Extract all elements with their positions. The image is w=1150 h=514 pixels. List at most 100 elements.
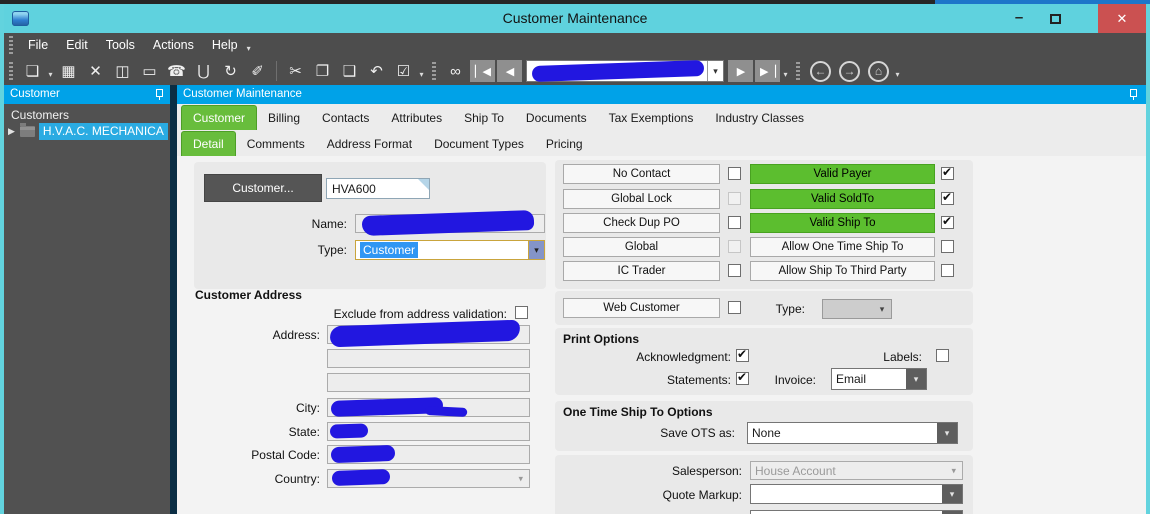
nav-last-icon[interactable]: ▶▕ xyxy=(755,60,780,82)
menu-edit[interactable]: Edit xyxy=(57,34,97,56)
global-button[interactable]: Global xyxy=(563,237,720,257)
menu-file[interactable]: File xyxy=(19,34,57,56)
valid-payer-checkbox[interactable]: ✔ xyxy=(941,167,954,180)
acknowledgment-checkbox[interactable]: ✔ xyxy=(736,349,749,362)
tab-customer[interactable]: Customer xyxy=(181,105,257,130)
salesperson-combo[interactable]: House Account ▾ xyxy=(750,461,963,480)
labels-checkbox[interactable] xyxy=(936,349,949,362)
cut-icon[interactable]: ✂ xyxy=(282,59,309,83)
valid-ship-to-button[interactable]: Valid Ship To xyxy=(750,213,935,233)
combo-caret-icon[interactable]: ▾ xyxy=(873,300,891,318)
address-line3-field[interactable] xyxy=(327,373,530,392)
no-contact-button[interactable]: No Contact xyxy=(563,164,720,184)
drag-grip-icon[interactable] xyxy=(432,62,436,80)
country-combo[interactable]: ▾ xyxy=(327,469,530,488)
nav-next-icon[interactable]: ▶ xyxy=(728,60,753,82)
allow-ship-to-third-party-button[interactable]: Allow Ship To Third Party xyxy=(750,261,935,281)
invoice-combo[interactable]: Email ▾ xyxy=(831,368,927,390)
address-line2-field[interactable] xyxy=(327,349,530,368)
history-caret-icon[interactable]: ▾ xyxy=(893,59,902,83)
valid-payer-button[interactable]: Valid Payer xyxy=(750,164,935,184)
exclude-validation-checkbox[interactable] xyxy=(515,306,528,319)
drag-grip-icon[interactable] xyxy=(9,36,13,54)
save-ots-combo[interactable]: None ▾ xyxy=(747,422,958,444)
customer-lookup-button[interactable]: Customer... xyxy=(204,174,322,202)
nav-prev-icon[interactable]: ◀ xyxy=(497,60,522,82)
pin-icon[interactable] xyxy=(155,89,164,100)
back-icon[interactable]: ← xyxy=(810,61,831,82)
tab-billing[interactable]: Billing xyxy=(257,106,311,130)
allow-ship-to-third-party-checkbox[interactable] xyxy=(941,264,954,277)
combo-caret-icon[interactable]: ▾ xyxy=(937,423,957,443)
type-combo[interactable]: Customer ▾ xyxy=(355,240,545,260)
forward-icon[interactable]: → xyxy=(839,61,860,82)
minimize-button[interactable]: – xyxy=(1004,7,1034,31)
tree-item-customer[interactable]: ▶ H.V.A.C. MECHANICA xyxy=(8,123,168,140)
subtab-comments[interactable]: Comments xyxy=(236,132,316,156)
find-icon[interactable]: ∞ xyxy=(442,59,469,83)
subtab-address-format[interactable]: Address Format xyxy=(316,132,423,156)
combo-caret-icon[interactable]: ▾ xyxy=(518,473,523,484)
postal-code-field[interactable] xyxy=(327,445,530,464)
check-dup-po-button[interactable]: Check Dup PO xyxy=(563,213,720,233)
delete-icon[interactable]: ✕ xyxy=(82,59,109,83)
note-icon[interactable]: ▭ xyxy=(136,59,163,83)
subtab-detail[interactable]: Detail xyxy=(181,131,236,156)
combo-caret-icon[interactable]: ▾ xyxy=(942,485,962,503)
combo-caret-icon[interactable]: ▾ xyxy=(951,465,956,476)
global-lock-button[interactable]: Global Lock xyxy=(563,189,720,209)
combo-caret-icon[interactable]: ▾ xyxy=(528,241,544,259)
drag-grip-icon[interactable] xyxy=(796,62,800,80)
open-book-icon[interactable]: ◫ xyxy=(109,59,136,83)
save-icon[interactable]: ▦ xyxy=(55,59,82,83)
customer-id-field[interactable]: HVA600 xyxy=(326,178,430,199)
copy-icon[interactable]: ❐ xyxy=(309,59,336,83)
refresh-icon[interactable]: ↻ xyxy=(217,59,244,83)
new-dropdown-caret-icon[interactable]: ▾ xyxy=(46,59,55,83)
menu-help[interactable]: Help xyxy=(203,34,247,56)
valid-soldto-button[interactable]: Valid SoldTo xyxy=(750,189,935,209)
drag-grip-icon[interactable] xyxy=(9,62,13,80)
web-type-combo[interactable]: ▾ xyxy=(822,299,892,319)
tree-item-label[interactable]: H.V.A.C. MECHANICA xyxy=(39,123,168,140)
record-selector-combo[interactable]: ▾ xyxy=(526,60,724,82)
address-line1-field[interactable] xyxy=(327,325,530,344)
tab-attributes[interactable]: Attributes xyxy=(380,106,453,130)
tab-tax-exemptions[interactable]: Tax Exemptions xyxy=(598,106,705,130)
close-button[interactable]: ✕ xyxy=(1098,4,1146,33)
panel-splitter[interactable] xyxy=(170,85,177,514)
ic-trader-button[interactable]: IC Trader xyxy=(563,261,720,281)
pin-icon[interactable] xyxy=(1129,89,1138,100)
toolbar-overflow-caret-icon[interactable]: ▾ xyxy=(417,59,426,83)
no-contact-checkbox[interactable] xyxy=(728,167,741,180)
quote-markup-combo[interactable]: ▾ xyxy=(750,484,963,504)
new-document-icon[interactable]: ❏ xyxy=(19,59,46,83)
subtab-pricing[interactable]: Pricing xyxy=(535,132,594,156)
subtab-document-types[interactable]: Document Types xyxy=(423,132,535,156)
check-dup-po-checkbox[interactable] xyxy=(728,216,741,229)
task-list-icon[interactable]: ☑ xyxy=(390,59,417,83)
city-field[interactable] xyxy=(327,398,530,417)
valid-ship-to-checkbox[interactable]: ✔ xyxy=(941,216,954,229)
expander-icon[interactable]: ▶ xyxy=(8,126,15,137)
paperclip-icon[interactable]: ⋃ xyxy=(190,59,217,83)
undo-icon[interactable]: ↶ xyxy=(363,59,390,83)
brush-icon[interactable]: ✐ xyxy=(244,59,271,83)
menu-actions[interactable]: Actions xyxy=(144,34,203,56)
tab-documents[interactable]: Documents xyxy=(515,106,598,130)
valid-soldto-checkbox[interactable]: ✔ xyxy=(941,192,954,205)
tab-contacts[interactable]: Contacts xyxy=(311,106,380,130)
nav-overflow-caret-icon[interactable]: ▾ xyxy=(781,59,790,83)
paste-icon[interactable]: ❑ xyxy=(336,59,363,83)
combo-caret-icon[interactable]: ▾ xyxy=(906,369,926,389)
ic-trader-checkbox[interactable] xyxy=(728,264,741,277)
phone-icon[interactable]: ☎ xyxy=(163,59,190,83)
web-customer-button[interactable]: Web Customer xyxy=(563,298,720,318)
allow-one-time-ship-to-checkbox[interactable] xyxy=(941,240,954,253)
name-field[interactable] xyxy=(355,214,545,233)
allow-one-time-ship-to-button[interactable]: Allow One Time Ship To xyxy=(750,237,935,257)
menu-overflow-caret-icon[interactable]: ▾ xyxy=(247,44,251,53)
nav-first-icon[interactable]: ▏◀ xyxy=(470,60,495,82)
state-field[interactable] xyxy=(327,422,530,441)
record-selector-caret-icon[interactable]: ▾ xyxy=(707,61,723,81)
